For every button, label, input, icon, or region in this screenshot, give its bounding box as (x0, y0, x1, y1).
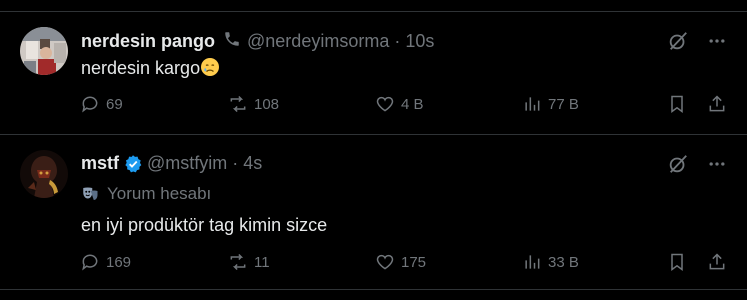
timestamp[interactable]: 10s (405, 31, 434, 52)
more-icon[interactable] (707, 154, 727, 179)
account-label-text: Yorum hesabı (107, 184, 212, 203)
tweet-top-actions (667, 30, 727, 57)
tweet-actions: 169 11 175 33 B (80, 252, 730, 276)
phone-icon (223, 30, 241, 53)
views-button[interactable]: 33 B (522, 252, 579, 272)
verified-badge-icon[interactable] (123, 154, 143, 174)
avatar[interactable] (20, 150, 68, 198)
crying-face-icon (200, 57, 220, 77)
repost-button[interactable]: 11 (228, 252, 270, 272)
bookmark-icon (671, 95, 683, 113)
timestamp[interactable]: 4s (243, 153, 262, 174)
bottom-separator (0, 289, 747, 290)
repost-button[interactable]: 108 (228, 94, 279, 114)
views-count: 77 B (548, 95, 579, 113)
like-count: 4 B (401, 95, 424, 113)
tweet[interactable]: mstf @mstfyim · 4s Yorum hesabı en iyi p… (0, 135, 747, 288)
like-icon (376, 254, 394, 270)
grok-icon[interactable] (667, 30, 689, 57)
tweet[interactable]: nerdesin pango @nerdeyimsorma · 10s nerd… (0, 12, 747, 134)
tweet-text: en iyi prodüktör tag kimin sizce (81, 215, 328, 235)
views-count: 33 B (548, 253, 579, 271)
views-icon (525, 255, 540, 269)
tweet-header: mstf @mstfyim · 4s (81, 153, 262, 174)
grok-icon[interactable] (667, 153, 689, 180)
handle[interactable]: @mstfyim (147, 153, 227, 174)
reply-icon (82, 254, 98, 271)
views-button[interactable]: 77 B (522, 94, 579, 114)
avatar[interactable] (20, 27, 68, 75)
tweet-header: nerdesin pango @nerdeyimsorma · 10s (81, 30, 434, 53)
reply-button[interactable]: 169 (80, 252, 131, 272)
separator-dot: · (394, 31, 401, 51)
tweet-top-actions (667, 153, 727, 180)
display-name[interactable]: mstf (81, 153, 119, 174)
comedy-mask-icon (81, 185, 99, 203)
more-icon[interactable] (707, 31, 727, 56)
repost-count: 108 (254, 95, 280, 113)
like-button[interactable]: 175 (375, 252, 426, 272)
handle[interactable]: @nerdeyimsorma (247, 31, 389, 52)
share-icon (709, 95, 725, 112)
reply-button[interactable]: 69 (80, 94, 123, 114)
separator-dot: · (232, 153, 239, 173)
account-label: Yorum hesabı (81, 184, 211, 204)
tweet-actions: 69 108 4 B 77 B (80, 94, 730, 118)
reply-count: 169 (106, 253, 132, 271)
share-button[interactable] (707, 94, 733, 114)
display-name[interactable]: nerdesin pango (81, 31, 215, 52)
like-count: 175 (401, 253, 427, 271)
tweet-text: nerdesin kargo (81, 57, 220, 79)
like-icon (376, 96, 394, 112)
repost-icon (230, 253, 246, 271)
like-button[interactable]: 4 B (375, 94, 424, 114)
bookmark-icon (671, 253, 683, 271)
reply-count: 69 (106, 95, 123, 113)
bookmark-button[interactable] (667, 252, 693, 272)
repost-icon (230, 95, 246, 113)
bookmark-button[interactable] (667, 94, 693, 114)
repost-count: 11 (254, 253, 270, 271)
share-icon (709, 253, 725, 270)
views-icon (525, 97, 540, 111)
share-button[interactable] (707, 252, 733, 272)
reply-icon (82, 96, 98, 113)
